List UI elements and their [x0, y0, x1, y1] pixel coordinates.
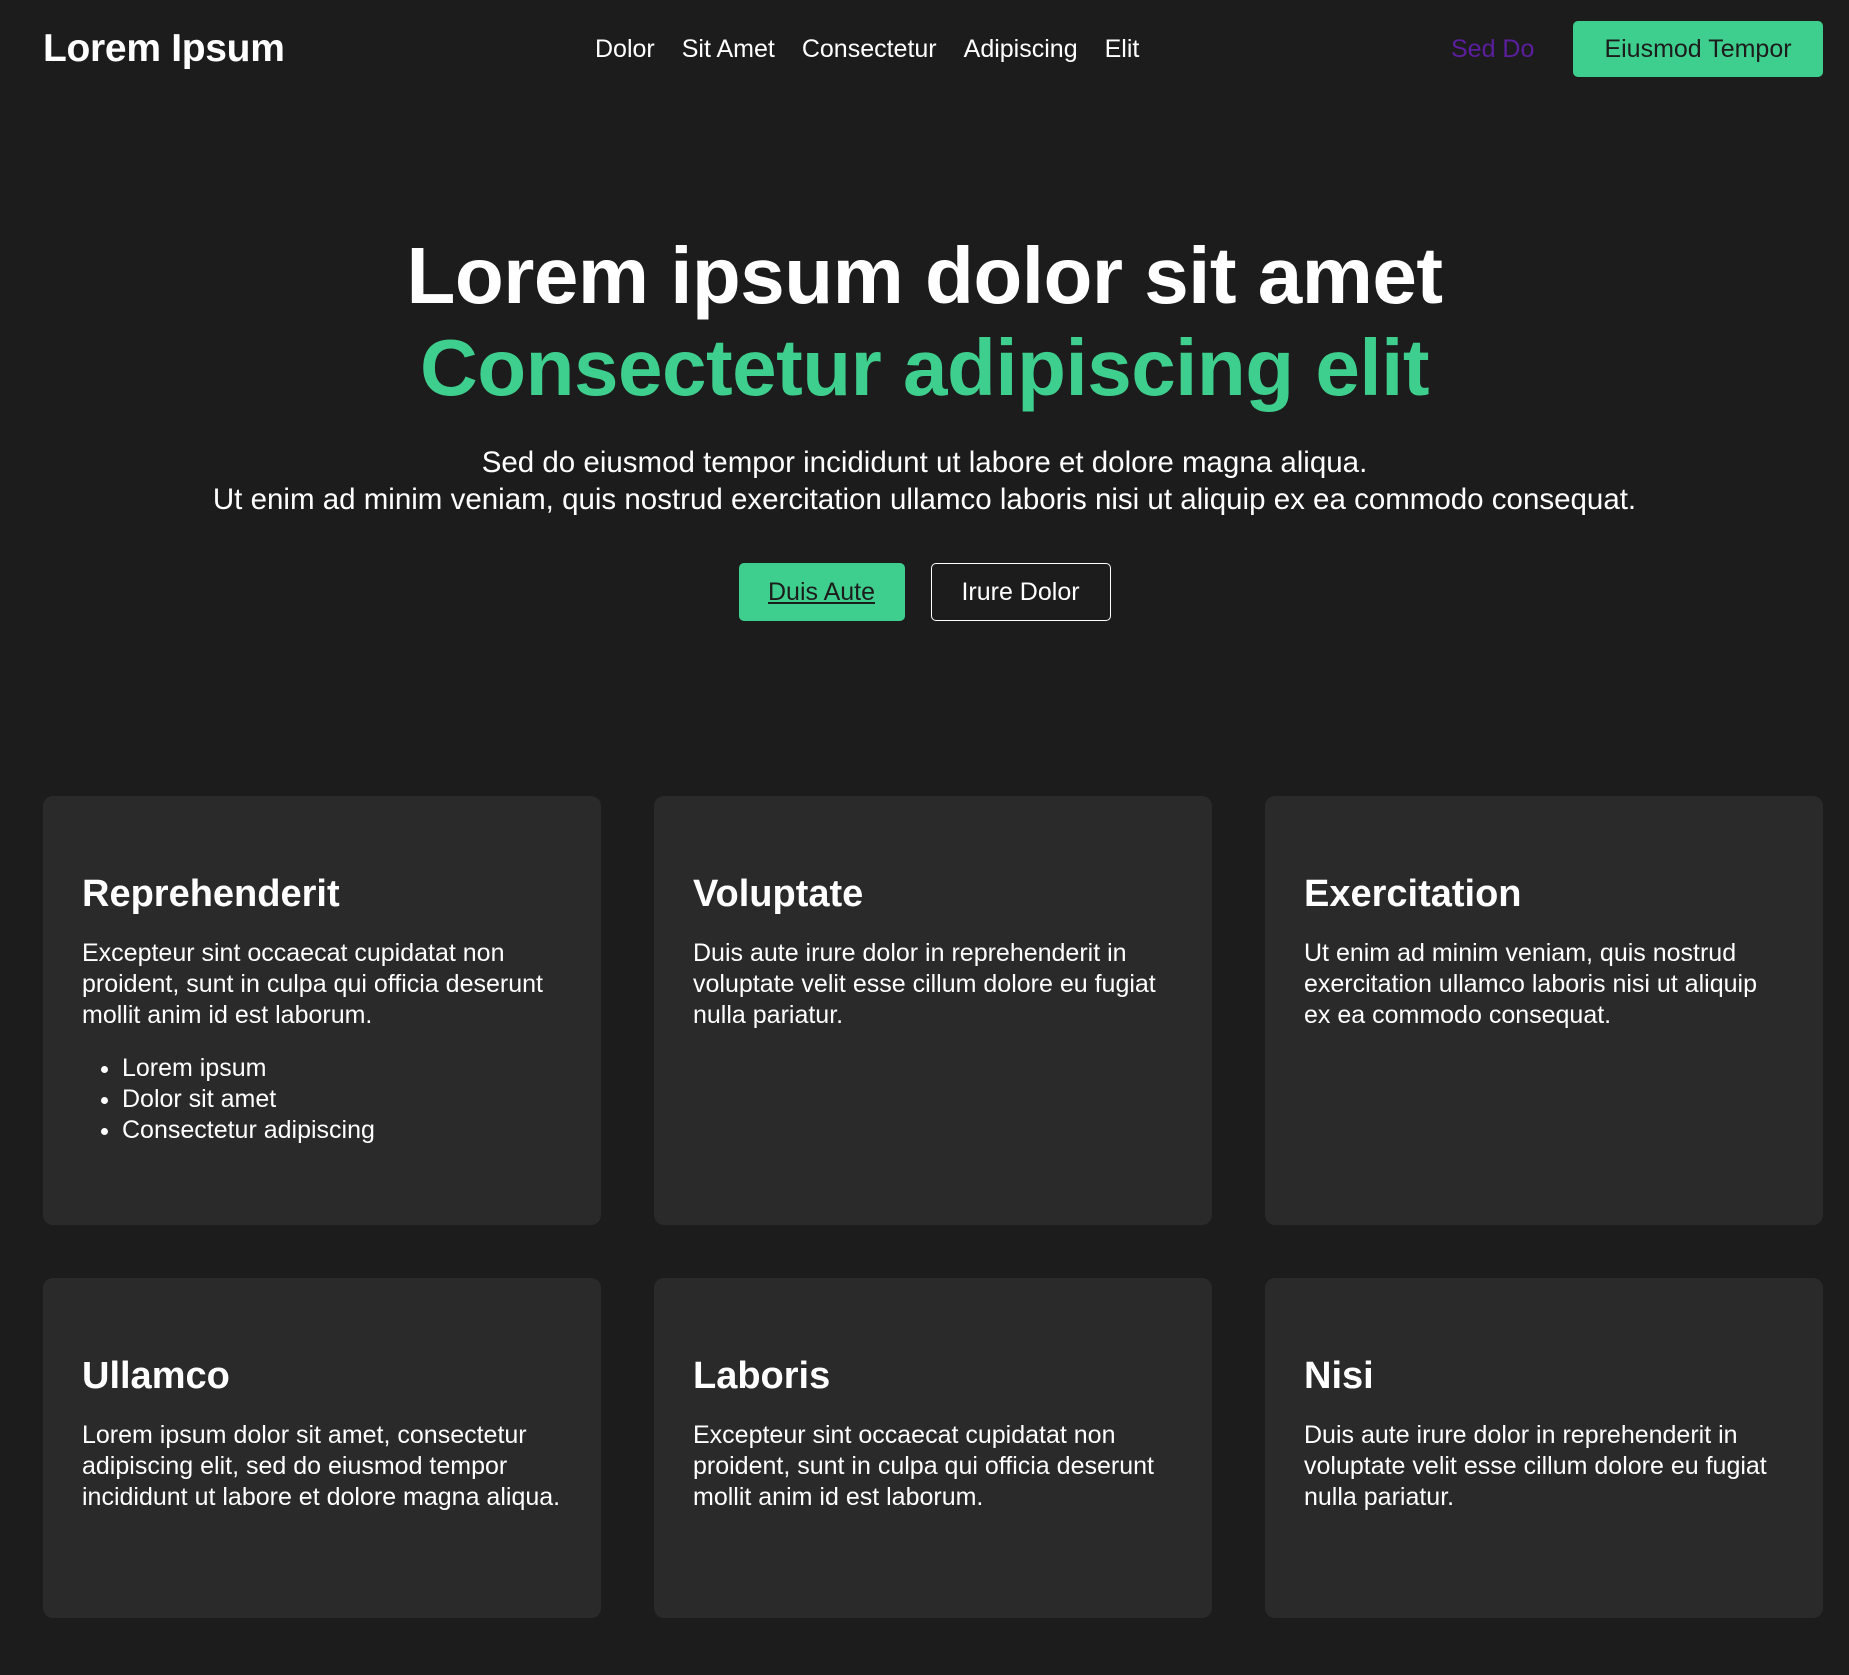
hero-subtitle-line1: Sed do eiusmod tempor incididunt ut labo…	[481, 446, 1368, 479]
duis-aute-button[interactable]: Duis Aute	[738, 563, 905, 621]
nav-link-sit-amet[interactable]: Sit Amet	[682, 32, 775, 66]
feature-card: Voluptate Duis aute irure dolor in repre…	[654, 796, 1212, 1225]
card-title: Reprehenderit	[82, 873, 340, 915]
feature-card: Nisi Duis aute irure dolor in reprehende…	[1265, 1278, 1823, 1618]
feature-card: Exercitation Ut enim ad minim veniam, qu…	[1265, 796, 1823, 1225]
sed-do-link[interactable]: Sed Do	[1451, 32, 1534, 66]
card-title: Nisi	[1304, 1355, 1374, 1397]
card-body: Ut enim ad minim veniam, quis nostrud ex…	[1304, 939, 1758, 1029]
card-title: Ullamco	[82, 1355, 230, 1397]
card-body: Lorem ipsum dolor sit amet, consectetur …	[82, 1421, 561, 1511]
card-list: Lorem ipsum Dolor sit amet Consectetur a…	[82, 1053, 562, 1146]
card-body: Duis aute irure dolor in reprehenderit i…	[1304, 1421, 1767, 1511]
hero-title-accent: Consectetur adipiscing elit	[420, 323, 1429, 412]
hero-title: Lorem ipsum dolor sit amet Consectetur a…	[0, 230, 1849, 414]
nav-link-adipiscing[interactable]: Adipiscing	[964, 32, 1078, 66]
eiusmod-tempor-button[interactable]: Eiusmod Tempor	[1573, 21, 1823, 77]
feature-card: Ullamco Lorem ipsum dolor sit amet, cons…	[43, 1278, 601, 1618]
card-list-item: Dolor sit amet	[122, 1084, 562, 1115]
feature-card: Reprehenderit Excepteur sint occaecat cu…	[43, 796, 601, 1225]
nav-link-consectetur[interactable]: Consectetur	[802, 32, 937, 66]
irure-dolor-button[interactable]: Irure Dolor	[930, 563, 1111, 621]
nav-link-elit[interactable]: Elit	[1105, 32, 1140, 66]
card-title: Exercitation	[1304, 873, 1522, 915]
card-title: Voluptate	[693, 873, 864, 915]
card-title: Laboris	[693, 1355, 831, 1397]
hero: Lorem ipsum dolor sit amet Consectetur a…	[0, 230, 1849, 621]
nav-link-dolor[interactable]: Dolor	[595, 32, 655, 66]
card-list-item: Lorem ipsum	[122, 1053, 562, 1084]
card-body: Excepteur sint occaecat cupidatat non pr…	[82, 939, 543, 1029]
card-body: Excepteur sint occaecat cupidatat non pr…	[693, 1421, 1154, 1511]
feature-card: Laboris Excepteur sint occaecat cupidata…	[654, 1278, 1212, 1618]
card-body: Duis aute irure dolor in reprehenderit i…	[693, 939, 1156, 1029]
hero-subtitle: Sed do eiusmod tempor incididunt ut labo…	[0, 444, 1849, 518]
hero-buttons: Duis Aute Irure Dolor	[0, 563, 1849, 621]
hero-title-line1: Lorem ipsum dolor sit amet	[406, 231, 1443, 320]
card-list-item: Consectetur adipiscing	[122, 1115, 562, 1146]
site-header: Lorem Ipsum Dolor Sit Amet Consectetur A…	[0, 0, 1849, 100]
feature-cards: Reprehenderit Excepteur sint occaecat cu…	[43, 796, 1823, 1618]
hero-subtitle-line2: Ut enim ad minim veniam, quis nostrud ex…	[212, 483, 1637, 516]
logo[interactable]: Lorem Ipsum	[43, 24, 285, 74]
main-nav: Dolor Sit Amet Consectetur Adipiscing El…	[595, 32, 1139, 66]
